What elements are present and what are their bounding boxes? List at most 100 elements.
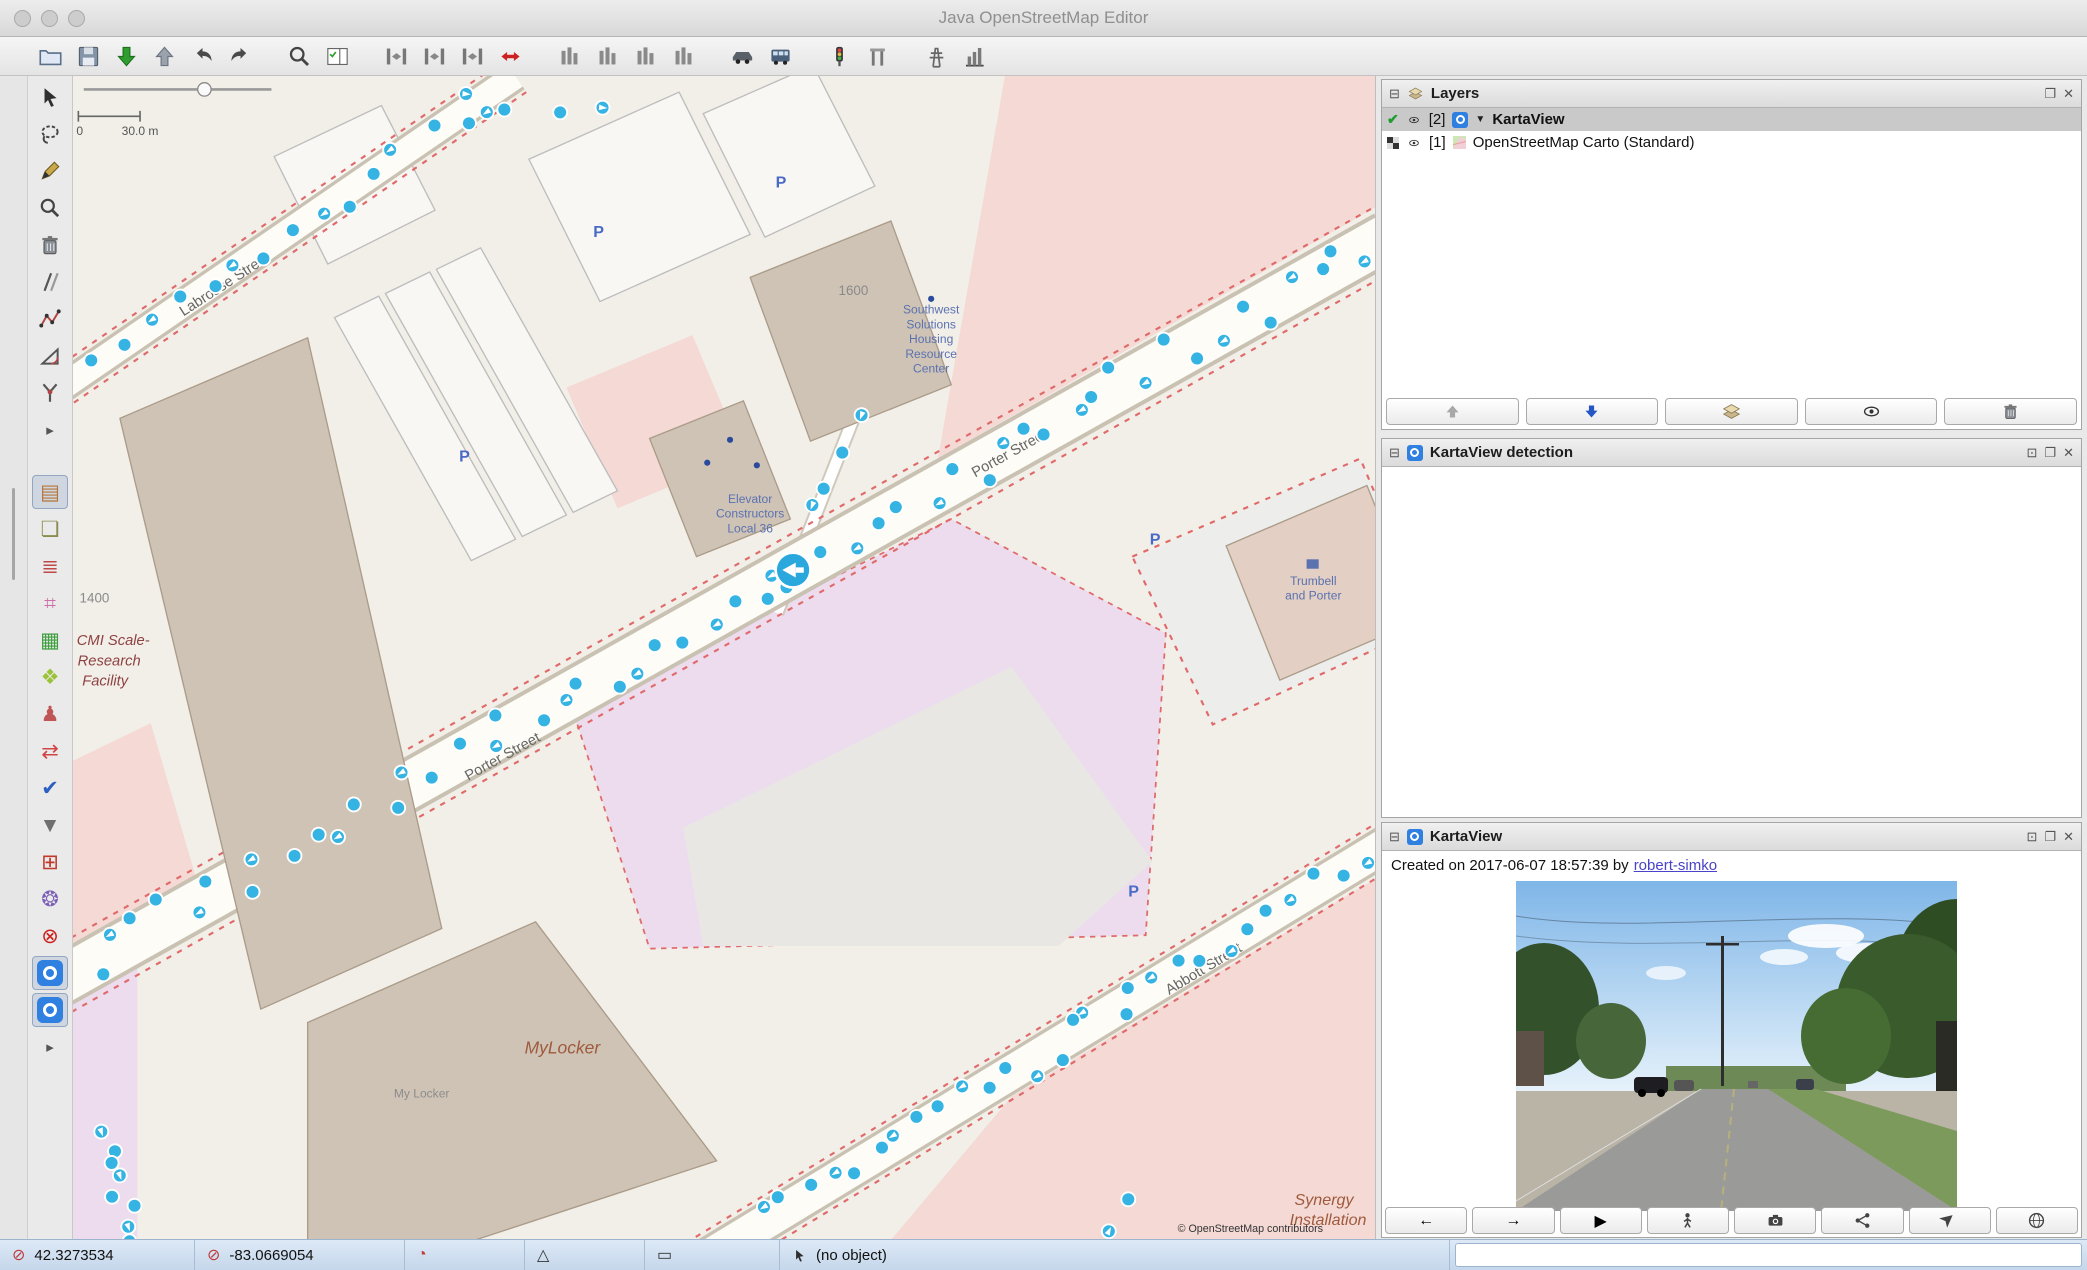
validator-dialog-toggle[interactable]: ⌗ [32, 586, 68, 620]
kartaview-photo-dot[interactable] [834, 444, 851, 461]
close-icon[interactable]: ✕ [2063, 86, 2074, 102]
visibility-eye-icon[interactable] [1406, 137, 1422, 149]
kartaview-photo-dot[interactable] [452, 735, 468, 752]
relations-dialog-toggle[interactable]: ≣ [32, 549, 68, 583]
detach-icon[interactable]: ⊡ [2027, 445, 2038, 461]
zoom-button[interactable] [283, 41, 316, 72]
create-multipolygon-button[interactable] [591, 41, 624, 72]
distribute-nodes-button[interactable] [667, 41, 700, 72]
draw-node-tool[interactable] [32, 154, 68, 188]
align-nodes-button[interactable] [629, 41, 662, 72]
kartaview-photo-dot[interactable] [1015, 420, 1032, 437]
reverse-ways-button[interactable] [494, 41, 527, 72]
delete-tool[interactable] [32, 228, 68, 262]
kartaview-photo-dot[interactable] [1322, 243, 1339, 260]
kartaview-photo-dot[interactable] [1262, 314, 1279, 331]
statistics-button[interactable] [958, 41, 991, 72]
unjoin-node-way-button[interactable] [418, 41, 451, 72]
kartaview-photo-dot[interactable] [611, 678, 628, 695]
kartaview-photo-dot[interactable] [981, 1079, 998, 1096]
kartaview-photo-dot[interactable] [255, 250, 272, 267]
kartaview-photo-dot[interactable] [83, 352, 100, 369]
zoom-window-button[interactable] [68, 10, 85, 27]
kartaview-photo-dot[interactable] [147, 891, 164, 908]
kartaview-photo-dot[interactable] [116, 336, 133, 353]
undo-button[interactable] [186, 41, 219, 72]
kartaview-photo-dot[interactable] [496, 101, 513, 118]
collapse-icon[interactable]: ⊟ [1389, 86, 1400, 102]
move-layer-up-button[interactable] [1386, 398, 1519, 425]
dock-icon[interactable]: ❐ [2044, 829, 2056, 845]
camera-info-button[interactable] [1734, 1207, 1817, 1234]
power-lines-button[interactable] [920, 41, 953, 72]
follow-location-button[interactable] [1908, 1207, 1991, 1234]
status-help-field[interactable] [1455, 1243, 2082, 1267]
styles-dialog-toggle[interactable]: ❂ [32, 882, 68, 916]
kartaview-photo-dot[interactable] [341, 198, 358, 215]
detach-icon[interactable]: ⊡ [2027, 829, 2038, 845]
author-link[interactable]: robert-simko [1634, 857, 1717, 874]
kartaview-photo-dot[interactable] [674, 634, 691, 651]
dock-icon[interactable]: ❐ [2044, 445, 2056, 461]
kartaview-layer-toggle[interactable] [32, 956, 68, 990]
kartaview-photo-dot[interactable] [423, 769, 440, 786]
kartaview-photo-dot[interactable] [1170, 952, 1187, 969]
kartaview-photo-dot[interactable] [103, 1155, 120, 1171]
kartaview-photo-dot[interactable] [1305, 865, 1322, 882]
kartaview-viewer-toggle[interactable] [32, 993, 68, 1027]
kartaview-photo-dot[interactable] [803, 1176, 820, 1193]
traffic-signals-button[interactable] [823, 41, 856, 72]
redo-button[interactable] [224, 41, 257, 72]
kartaview-photo-dot[interactable] [1315, 261, 1332, 277]
kartaview-photo-dot[interactable] [759, 590, 776, 607]
kartaview-photo-dot[interactable] [1191, 952, 1208, 969]
kartaview-photo-dot[interactable] [552, 104, 569, 121]
selected-photo-marker[interactable] [774, 551, 812, 589]
kartaview-photo-dot[interactable] [172, 288, 189, 305]
kartaview-photo-dot[interactable] [1189, 350, 1205, 367]
more-dialogs-arrow[interactable]: ▸ [32, 1030, 68, 1064]
collapse-icon[interactable]: ⊟ [1389, 829, 1400, 845]
kartaview-photo-dot[interactable] [104, 1188, 120, 1205]
play-sequence-button[interactable]: ▶ [1559, 1207, 1642, 1234]
share-button[interactable] [1821, 1207, 1904, 1234]
kartaview-photo-dot[interactable] [567, 675, 584, 692]
improve-accuracy-tool[interactable] [32, 302, 68, 336]
kartaview-photo-dot[interactable] [487, 707, 504, 724]
visibility-eye-icon[interactable] [1406, 114, 1422, 126]
kartaview-photo-dot[interactable] [887, 499, 904, 516]
toggle-layer-visibility-button[interactable] [1804, 398, 1938, 425]
kartaview-photo-dot[interactable] [390, 799, 407, 816]
kartaview-photo-dot[interactable] [365, 165, 382, 182]
kartaview-photo-dot[interactable] [1155, 331, 1172, 348]
kartaview-photo-dot[interactable] [812, 544, 829, 560]
map-canvas[interactable]: Labrosse StreetPorter StreetPorter Stree… [73, 76, 1375, 1240]
kartaview-photo-dot[interactable] [310, 826, 327, 843]
layer-row-kartaview[interactable]: ✔ [2] ▼ KartaView [1382, 108, 2081, 131]
kartaview-photo-dot[interactable] [944, 461, 961, 478]
save-button[interactable] [72, 41, 105, 72]
dock-icon[interactable]: ❐ [2044, 86, 2056, 102]
kartaview-photo-dot[interactable] [1119, 980, 1136, 996]
kartaview-photo-dot[interactable] [1083, 389, 1100, 405]
kartaview-photo-dot[interactable] [244, 883, 261, 900]
open-in-browser-button[interactable] [1995, 1207, 2078, 1234]
kartaview-photo-dot[interactable] [1235, 298, 1251, 315]
kartaview-photo-dot[interactable] [997, 1060, 1014, 1076]
street-photo[interactable] [1516, 881, 1957, 1211]
kartaview-photo-dot[interactable] [870, 515, 887, 532]
split-way-button[interactable] [553, 41, 586, 72]
kartaview-photo-dot[interactable] [95, 966, 112, 983]
angle-snap-tool[interactable] [32, 339, 68, 373]
close-icon[interactable]: ✕ [2063, 829, 2074, 845]
combine-ways-button[interactable] [456, 41, 489, 72]
kartaview-photo-dot[interactable] [846, 1165, 862, 1182]
kartaview-photo-dot[interactable] [815, 480, 832, 497]
kartaview-photo-dot[interactable] [908, 1108, 925, 1125]
kartaview-photo-dot[interactable] [461, 115, 477, 132]
parallel-way-tool[interactable] [32, 265, 68, 299]
lasso-tool[interactable] [32, 117, 68, 151]
close-window-button[interactable] [14, 10, 31, 27]
tags-dialog-toggle[interactable]: ❏ [32, 512, 68, 546]
kartaview-photo-dot[interactable] [929, 1098, 946, 1115]
